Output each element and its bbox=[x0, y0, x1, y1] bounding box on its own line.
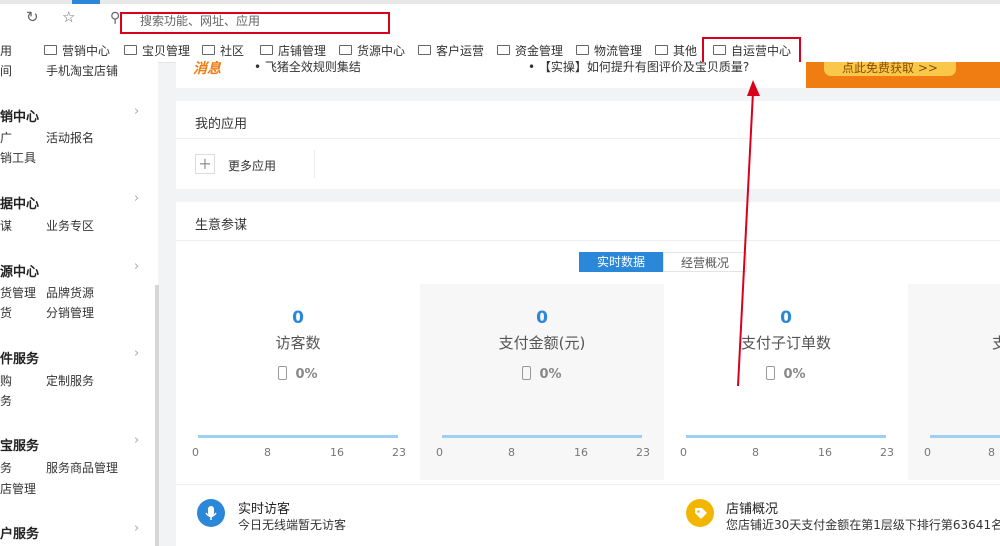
annotation-arrow bbox=[737, 80, 760, 387]
